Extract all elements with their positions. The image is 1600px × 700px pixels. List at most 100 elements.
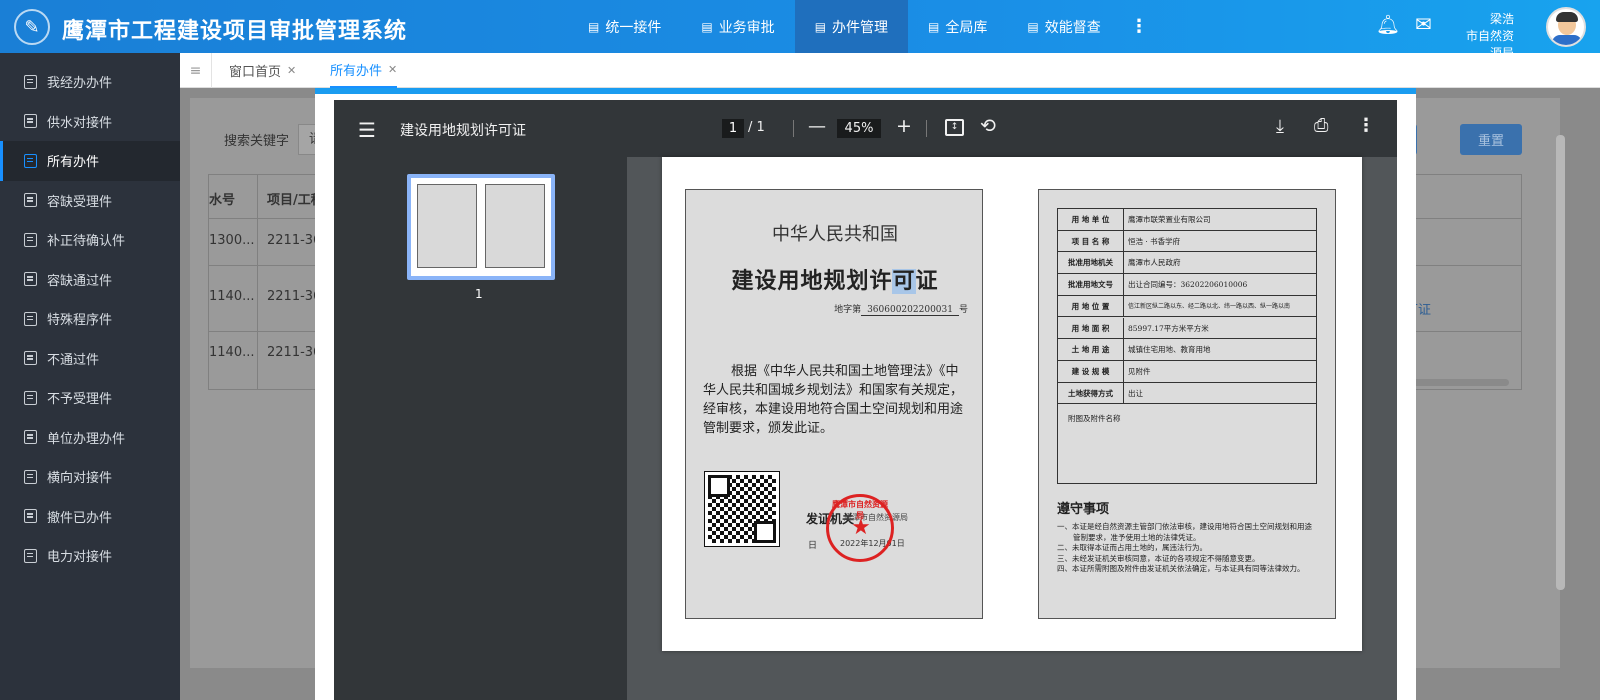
table-row: 用 地 单 位鹰潭市联荣置业有限公司 [1058, 209, 1316, 231]
page-number-input[interactable]: 1 [722, 119, 744, 138]
app-title: 鹰潭市工程建设项目审批管理系统 [62, 19, 408, 44]
row-value: 鹰潭市联荣置业有限公司 [1128, 215, 1211, 224]
nav-unified-intake[interactable]: ▤ 统一接件 [568, 0, 681, 53]
sidebar-item-label: 撤件已办件 [47, 510, 113, 526]
country-heading: 中华人民共和国 [772, 224, 898, 245]
more-vertical-icon[interactable]: ⋮ [1130, 16, 1148, 37]
doc-icon [24, 193, 37, 208]
sidebar-item-deficiency-passed[interactable]: 容缺通过件 [0, 260, 180, 300]
title-part: 证 [915, 269, 939, 294]
notice-item: 二、未取得本证而占用土地的，属违法行为。 [1057, 543, 1207, 552]
nav-business-approval[interactable]: ▤ 业务审批 [681, 0, 794, 53]
document-title: 建设用地规划许可证 [400, 123, 526, 139]
sidebar-item-rejected[interactable]: 不通过件 [0, 339, 180, 379]
sidebar-item-label: 我经办办件 [47, 76, 113, 92]
tab-bar: ≡ 窗口首页 ✕ 所有办件 ✕ [180, 53, 1600, 88]
nav-case-management[interactable]: ▤ 办件管理 [794, 0, 909, 53]
doc-icon [24, 351, 37, 366]
pdf-viewer: ☰ 建设用地规划许可证 1 / 1 — 45% + ↕ ⟲ ⤓ ⎙ ⋮ 1 中华… [334, 100, 1397, 700]
row-label: 项 目 名 称 [1058, 230, 1124, 252]
table-row: 批准用地机关 鹰潭市人民政府 [1058, 252, 1316, 275]
print-icon[interactable]: ⎙ [1314, 115, 1328, 136]
rotate-icon[interactable]: ⟲ [980, 115, 996, 137]
sidebar-item-not-accepted[interactable]: 不予受理件 [0, 378, 180, 418]
mail-icon[interactable]: ✉ [1415, 12, 1432, 36]
title-part: 建设用地规划许 [731, 269, 893, 294]
minus-icon[interactable]: — [808, 116, 826, 137]
doc-icon: ▤ [928, 19, 940, 34]
row-value: 鹰潭市人民政府 [1128, 258, 1181, 268]
more-icon[interactable]: ⋮ [1357, 115, 1375, 136]
sidebar-item-all-cases[interactable]: 所有办件 [0, 141, 180, 181]
logo-icon: ✎ [14, 9, 50, 45]
table-cell: 1140... [209, 345, 255, 360]
tab-label: 所有办件 [330, 64, 383, 79]
number-value: 360600202200031 [861, 305, 959, 316]
row-label: 批准用地机关 [1058, 252, 1124, 274]
doc-icon [24, 153, 37, 168]
tab-all-cases[interactable]: 所有办件 ✕ [330, 53, 398, 88]
menu-icon[interactable]: ≡ [180, 53, 212, 88]
number-prefix: 地字第 [834, 305, 862, 315]
sidebar-item-label: 不予受理件 [47, 392, 113, 408]
zoom-input[interactable]: 45% [837, 119, 881, 138]
doc-icon [24, 232, 37, 247]
row-label: 土 地 用 途 [1058, 339, 1124, 360]
nav-global-library[interactable]: ▤ 全局库 [908, 0, 1007, 53]
nav-label: 效能督查 [1044, 19, 1101, 36]
fit-page-icon[interactable]: ↕ [945, 119, 964, 136]
row-value: 85997.17平方米平方米 [1128, 323, 1209, 333]
avatar[interactable] [1546, 7, 1586, 47]
page-thumbnail[interactable] [407, 174, 555, 280]
doc-icon [24, 311, 37, 326]
row-label: 用 地 位 置 [1058, 295, 1124, 317]
nav-label: 业务审批 [718, 19, 775, 36]
viewer-toolbar: ☰ 建设用地规划许可证 1 / 1 — 45% + ↕ ⟲ ⤓ ⎙ ⋮ [334, 100, 1397, 157]
certificate-title: 建设用地规划许可证 [686, 263, 984, 295]
doc-icon: ▤ [814, 19, 827, 34]
land-info-table: 用 地 单 位鹰潭市联荣置业有限公司 项 目 名 称恒浩 · 书香学府 批准用地… [1057, 208, 1317, 484]
sidebar-item-deficiency-accepted[interactable]: 容缺受理件 [0, 181, 180, 221]
notice-title: 遵守事项 [1057, 502, 1110, 517]
menu-icon[interactable]: ☰ [358, 118, 376, 142]
bell-icon[interactable]: 🔔︎ [1376, 13, 1400, 36]
row-value: 信江新区纵二路以东、经二路以北、纬一路以西、纵一路以南 [1128, 302, 1291, 310]
sidebar-item-correction-pending[interactable]: 补正待确认件 [0, 220, 180, 260]
sidebar-item-label: 特殊程序件 [47, 313, 113, 329]
table-row: 用 地 位 置信江新区纵二路以东、经二路以北、纬一路以西、纵一路以南 [1058, 295, 1316, 318]
row-value: 城镇住宅用地、教育用地 [1128, 345, 1211, 355]
search-label: 搜索关键字 [224, 134, 290, 149]
page-scrollbar[interactable] [1556, 135, 1565, 590]
date-label: 日 [808, 541, 818, 551]
sidebar-item-label: 所有办件 [47, 155, 100, 171]
attachment-label: 附图及附件名称 [1068, 414, 1121, 423]
sidebar-item-special-procedure[interactable]: 特殊程序件 [0, 299, 180, 339]
download-icon[interactable]: ⤓ [1276, 116, 1284, 137]
doc-icon [24, 430, 37, 445]
sidebar-item-power[interactable]: 电力对接件 [0, 536, 180, 576]
sidebar: 我经办办件 供水对接件 所有办件 容缺受理件 补正待确认件 容缺通过件 特殊程序… [0, 53, 180, 700]
close-icon[interactable]: ✕ [388, 63, 397, 76]
close-icon[interactable]: ✕ [287, 64, 296, 77]
sidebar-item-withdrawn[interactable]: 撤件已办件 [0, 497, 180, 537]
row-value: 见附件 [1128, 366, 1151, 376]
sidebar-item-unit-handled[interactable]: 单位办理办件 [0, 418, 180, 458]
sidebar-item-water-supply[interactable]: 供水对接件 [0, 102, 180, 142]
notice-item: 四、本证所需附图及附件由发证机关依法确定，与本证具有同等法律效力。 [1057, 564, 1305, 573]
plus-icon[interactable]: + [896, 115, 912, 137]
sidebar-item-label: 横向对接件 [47, 471, 113, 487]
nav-efficiency-supervision[interactable]: ▤ 效能督查 [1007, 0, 1120, 53]
modal-accent-bar [315, 88, 1416, 94]
col-header-no: 水号 [209, 193, 236, 208]
tab-home[interactable]: 窗口首页 ✕ [229, 53, 296, 88]
table-cell: 2211-36 [267, 345, 322, 360]
doc-icon [24, 74, 37, 89]
sidebar-item-label: 单位办理办件 [47, 431, 126, 447]
notice-item: 一、本证是经自然资源主管部门依法审核，建设用地符合国土空间规划和用途管制要求，准… [1057, 522, 1312, 542]
sidebar-item-label: 补正待确认件 [47, 234, 126, 250]
reset-button[interactable]: 重置 [1460, 124, 1522, 155]
doc-icon: ▤ [1027, 19, 1039, 34]
sidebar-item-horizontal[interactable]: 横向对接件 [0, 457, 180, 497]
sidebar-item-my-handled[interactable]: 我经办办件 [0, 62, 180, 102]
doc-icon: ▤ [588, 19, 600, 34]
